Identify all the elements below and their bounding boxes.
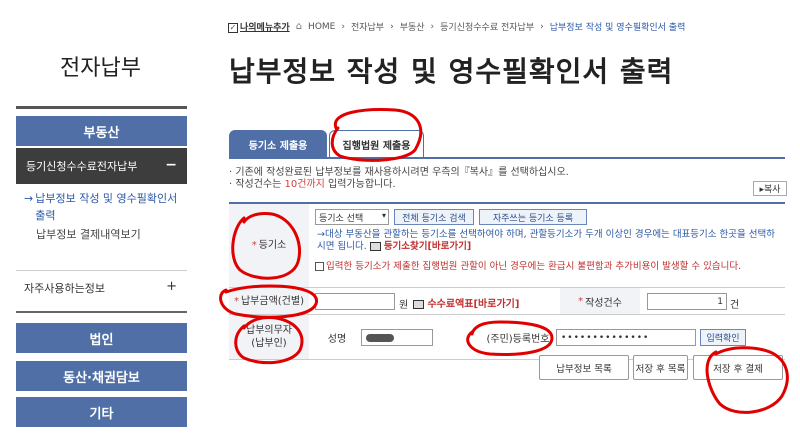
amount-row: * 납부금액(건별) 원 수수료액표[바로가기] * 작성건수 1 건 — [229, 288, 785, 315]
count-label: * 작성건수 — [560, 288, 640, 314]
sidebar-category-other[interactable]: 기타 — [16, 397, 187, 427]
sidebar-frequent-label: 자주사용하는정보 — [24, 282, 105, 295]
name-label: 성명 — [327, 334, 347, 345]
notice-line-2: · 작성건수는 10건까지 입력가능합니다. — [229, 179, 396, 190]
sidebar-item-payment-history[interactable]: 납부정보 결제내역보기 — [16, 226, 187, 243]
registration-number-label: (주민)등록번호 — [486, 334, 550, 345]
registry-info: →대상 부동산을 관할하는 등기소를 선택하여야 하며, 관할등기소가 두개 이… — [317, 229, 775, 252]
breadcrumb: ✓ 나의메뉴추가 ⌂ HOME › 전자납부 › 부동산 › 등기신청수수료 전자납부 ›… — [228, 20, 686, 33]
arrow-icon: → — [24, 192, 34, 205]
payer-row: 납부의무자 (납부인) 성명 (주민)등록번호 •••••••••••••• 입력… — [229, 315, 785, 360]
sidebar-submenu: → 납부정보 작성 및 영수필확인서 출력 납부정보 결제내역보기 — [16, 190, 187, 243]
book-icon — [369, 242, 381, 251]
sidebar-frequent-info[interactable]: 자주사용하는정보 + — [16, 279, 187, 296]
tab-court-submit[interactable]: 집행법원 제출용 — [329, 130, 424, 158]
check-icon: ✓ — [228, 23, 238, 33]
notice-text: · 기존에 작성완료된 납부정보를 재사용하시려면 우측의『복사』를 선택하십시… — [229, 167, 569, 191]
save-and-list-button[interactable]: 저장 후 목록 — [633, 355, 688, 380]
copy-button[interactable]: ▸복사 — [753, 181, 787, 196]
sidebar-divider-2 — [16, 311, 187, 313]
home-icon: ⌂ — [295, 21, 303, 32]
amount-input[interactable] — [315, 293, 395, 310]
register-frequent-registry-button[interactable]: 자주쓰는 등기소 등록 — [479, 209, 587, 225]
tab-registry-submit[interactable]: 등기소 제출용 — [229, 130, 327, 158]
breadcrumb-home[interactable]: HOME — [308, 22, 335, 32]
registry-find-link[interactable]: 등기소찾기[바로가기] — [384, 241, 471, 252]
book-icon — [413, 299, 424, 309]
count-input[interactable]: 1 — [647, 293, 727, 310]
warning-checkbox[interactable] — [315, 262, 324, 271]
chevron-down-icon: ▾ — [381, 211, 386, 220]
payment-form: * 등기소 등기소 선택 ▾ 전체 등기소 검색 자주쓰는 등기소 등록 →대상 부… — [229, 202, 785, 360]
fee-table-link[interactable]: 수수료액표[바로가기] — [413, 295, 519, 310]
count-unit: 건 — [730, 300, 740, 311]
sidebar-title: 전자납부 — [60, 56, 141, 81]
sidebar-category-movable-assets[interactable]: 동산·채권담보 — [16, 361, 187, 391]
payer-label: 납부의무자 (납부인) — [229, 315, 309, 359]
sidebar-category-corporation[interactable]: 법인 — [16, 323, 187, 353]
registry-select[interactable]: 등기소 선택 ▾ — [315, 209, 389, 225]
registry-label: * 등기소 — [229, 204, 309, 287]
amount-label: * 납부금액(건별) — [229, 288, 309, 314]
my-menu-add[interactable]: ✓ 나의메뉴추가 — [228, 20, 290, 33]
verify-input-button[interactable]: 입력확인 — [700, 329, 746, 346]
sidebar-divider — [16, 106, 187, 109]
amount-unit: 원 — [399, 300, 409, 311]
tab-underline — [229, 157, 785, 159]
sidebar-item-write-payment[interactable]: → 납부정보 작성 및 영수필확인서 출력 — [16, 190, 187, 224]
registry-warning: 입력한 등기소가 제출한 집행법원 관할이 아닌 경우에는 환급시 불편함과 추… — [315, 261, 783, 273]
payment-list-button[interactable]: 납부정보 목록 — [539, 355, 629, 380]
page-title: 납부정보 작성 및 영수필확인서 출력 — [229, 55, 674, 88]
breadcrumb-real-estate[interactable]: 부동산 — [400, 20, 425, 33]
collapse-icon[interactable]: − — [165, 157, 177, 173]
save-and-pay-button[interactable]: 저장 후 결제 — [693, 355, 783, 380]
name-field[interactable] — [361, 329, 433, 346]
breadcrumb-current: 납부정보 작성 및 영수필확인서 출력 — [549, 23, 686, 33]
notice-line-1: · 기존에 작성완료된 납부정보를 재사용하시려면 우측의『복사』를 선택하십시… — [229, 167, 569, 178]
search-all-registry-button[interactable]: 전체 등기소 검색 — [394, 209, 474, 225]
registration-number-field[interactable]: •••••••••••••• — [556, 329, 696, 346]
sidebar-category-real-estate[interactable]: 부동산 — [16, 116, 187, 146]
sidebar-item-registration-fee[interactable]: 등기신청수수료전자납부 − — [16, 148, 187, 184]
expand-icon[interactable]: + — [166, 279, 177, 294]
breadcrumb-fee[interactable]: 등기신청수수료 전자납부 — [440, 20, 534, 33]
sidebar-separator — [16, 270, 187, 271]
breadcrumb-epay[interactable]: 전자납부 — [351, 20, 384, 33]
tab-bar: 등기소 제출용 집행법원 제출용 — [229, 130, 424, 158]
redacted-name — [366, 333, 394, 342]
sidebar-item-label: 등기신청수수료전자납부 — [26, 160, 138, 173]
registry-row: * 등기소 등기소 선택 ▾ 전체 등기소 검색 자주쓰는 등기소 등록 →대상 부… — [229, 204, 785, 288]
